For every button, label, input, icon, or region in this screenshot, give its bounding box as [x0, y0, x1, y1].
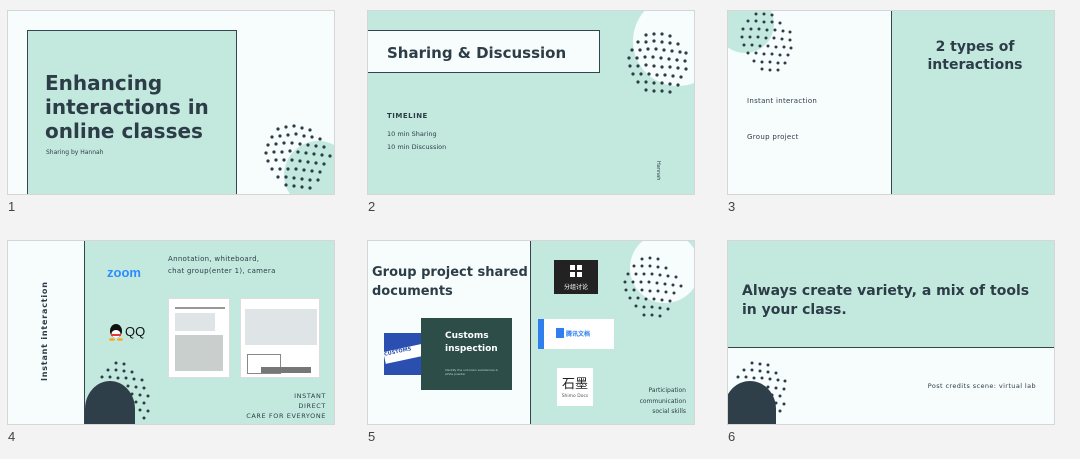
slide-number: 4	[8, 429, 16, 444]
app-shimo: 石墨 Shimo Docs	[557, 368, 593, 406]
app-title: 石墨	[561, 377, 588, 392]
summary-line: CARE FOR EVERYONE	[246, 412, 326, 420]
card-text: Identify the unknown substances in white…	[445, 368, 499, 376]
interaction-item-2: Group project	[747, 133, 799, 141]
summary-line: INSTANT	[294, 392, 326, 400]
card-title: Customs inspection	[445, 331, 498, 354]
slide-thumbnail-3[interactable]: 2 types of interactions Instant interact…	[727, 10, 1055, 195]
vertical-author: Hannah	[655, 161, 661, 181]
app-label: 分组讨论	[563, 284, 588, 291]
customs-photo: CUSTOMS	[384, 333, 426, 375]
slide-title: Group project shared documents	[372, 265, 528, 299]
side-label: Instant interaction	[40, 281, 49, 381]
zoom-logo: zoom	[107, 265, 141, 280]
screenshot-whiteboard	[240, 298, 320, 378]
grid-icon	[570, 265, 582, 277]
skills-line: Participation	[648, 387, 686, 394]
app-sub: Shimo Docs	[561, 394, 589, 399]
slide-number: 1	[8, 199, 16, 214]
slide-thumbnail-2[interactable]: Sharing & Discussion TIMELINE 10 min Sha…	[367, 10, 695, 195]
tools-text: Annotation, whiteboard, chat group(enter…	[168, 255, 276, 275]
dots-decoration	[100, 361, 150, 420]
slide-number: 2	[368, 199, 376, 214]
slide-number: 3	[728, 199, 736, 214]
slide-thumbnail-5[interactable]: Group project shared documents CUSTOMS C…	[367, 240, 695, 425]
slide-thumbnail-1[interactable]: Enhancing interactions in online classes…	[7, 10, 335, 195]
slide-title: Sharing & Discussion	[387, 44, 567, 62]
slide-thumbnail-6[interactable]: Always create variety, a mix of tools in…	[727, 240, 1055, 425]
qq-logo-text: QQ	[125, 324, 146, 339]
skills-line: communication	[639, 397, 686, 405]
slide-title: Enhancing interactions in online classes	[45, 71, 209, 143]
summary-list: INSTANT DIRECT CARE FOR EVERYONE	[246, 391, 326, 421]
screenshot-annotation	[168, 298, 230, 378]
skills-line: social skills	[652, 408, 686, 415]
summary-line: DIRECT	[298, 402, 326, 410]
dots-decoration	[740, 12, 793, 72]
interaction-item-1: Instant interaction	[747, 97, 818, 105]
slide-number: 5	[368, 429, 376, 444]
customs-card: Customs inspection Identify the unknown …	[421, 318, 512, 390]
timeline-item-2: 10 min Discussion	[387, 143, 447, 151]
timeline-item-1: 10 min Sharing	[387, 130, 437, 138]
dots-decoration	[627, 32, 688, 94]
app-label: 腾讯文档	[566, 331, 591, 338]
doc-icon	[556, 328, 564, 338]
app-groups: 分组讨论	[554, 260, 598, 294]
slide-footer: Post credits scene: virtual lab	[927, 382, 1036, 390]
slide-title: Always create variety, a mix of tools in…	[742, 283, 1030, 318]
slide-thumbnail-4[interactable]: Instant interaction zoom QQ Annotation, …	[7, 240, 335, 425]
skills-list: Participation communication social skill…	[640, 386, 686, 418]
slide-title: 2 types of interactions	[927, 39, 1023, 73]
app-tencent-docs: 腾讯文档	[538, 319, 614, 349]
dots-decoration	[736, 361, 787, 413]
timeline-label: TIMELINE	[387, 112, 428, 120]
slide-subtitle: Sharing by Hannah	[46, 149, 104, 156]
dots-decoration	[623, 256, 683, 318]
qq-icon	[108, 323, 124, 345]
slide-number: 6	[728, 429, 736, 444]
dots-decoration	[264, 124, 332, 190]
